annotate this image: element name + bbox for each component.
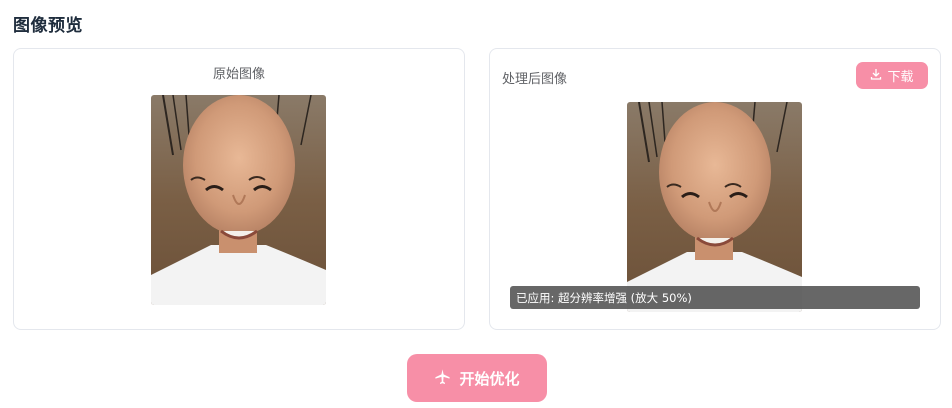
download-button[interactable]: 下载 (856, 62, 928, 89)
processed-image-card: 处理后图像 下载 已应用: 超分辨率增强 (放大 50%) (489, 48, 941, 330)
start-optimize-label: 开始优化 (459, 369, 520, 388)
original-image-label: 原始图像 (212, 67, 265, 82)
processed-image (627, 102, 802, 312)
original-image-card: 原始图像 (13, 48, 465, 330)
start-optimize-button[interactable]: 开始优化 (407, 354, 547, 402)
applied-enhancement-badge: 已应用: 超分辨率增强 (放大 50%) (510, 286, 920, 309)
airplane-icon (434, 368, 451, 389)
download-icon (870, 68, 882, 84)
download-label: 下载 (887, 70, 914, 85)
original-image (151, 95, 326, 305)
processed-image-label: 处理后图像 (502, 72, 568, 87)
section-title: 图像预览 (13, 16, 83, 36)
